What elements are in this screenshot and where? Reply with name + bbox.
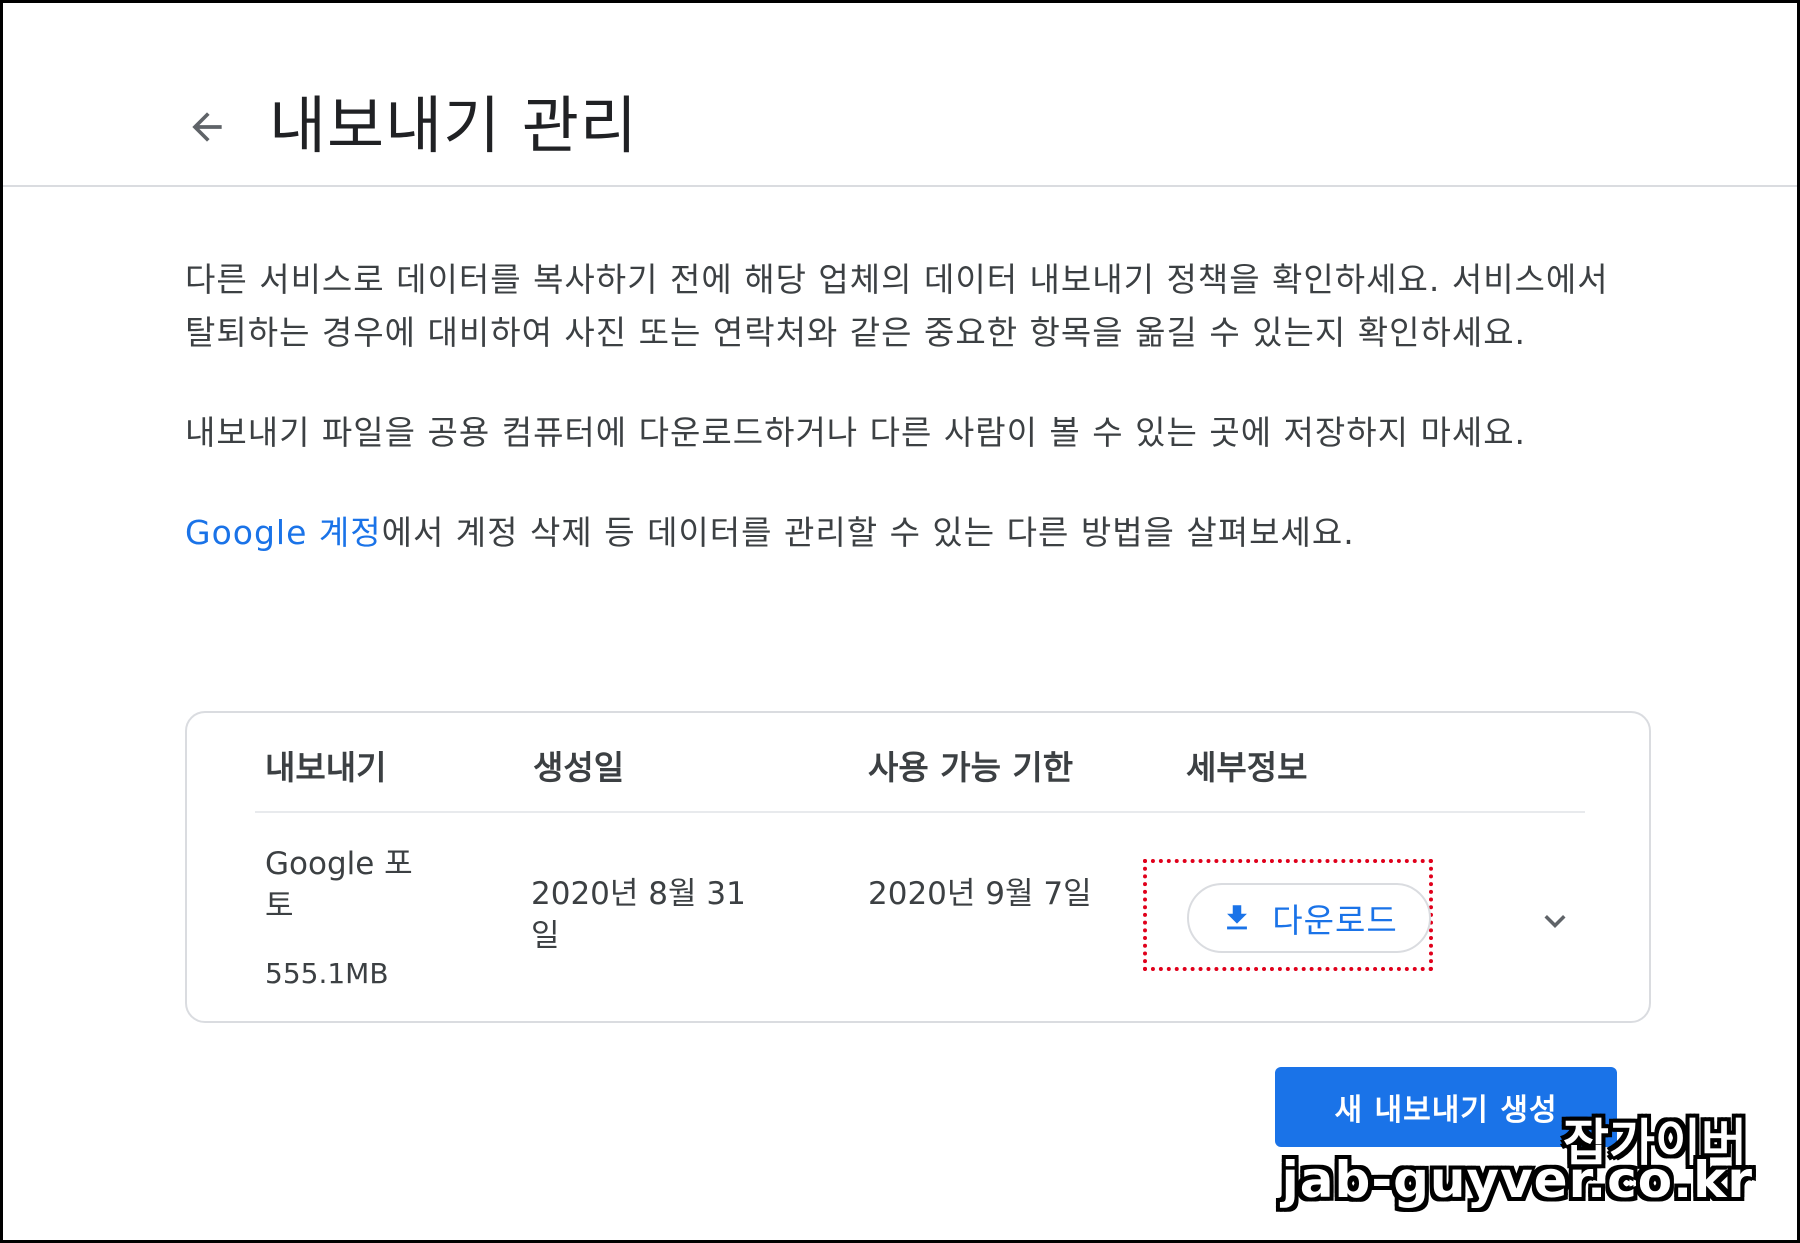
account-paragraph-text: 에서 계정 삭제 등 데이터를 관리할 수 있는 다른 방법을 살펴보세요.	[381, 513, 1355, 552]
export-expiry-date: 2020년 9월 7일	[868, 876, 1092, 912]
export-size: 555.1MB	[265, 957, 389, 990]
export-created-date: 2020년 8월 31일	[531, 876, 746, 954]
column-header-details: 세부정보	[1186, 748, 1308, 787]
expand-row-button[interactable]	[1527, 893, 1583, 949]
exports-table: 내보내기 생성일 사용 가능 기한 세부정보 Google 포토 555.1MB…	[185, 711, 1651, 1023]
account-paragraph: Google 계정에서 계정 삭제 등 데이터를 관리할 수 있는 다른 방법을…	[185, 506, 1625, 559]
page-title: 내보내기 관리	[269, 89, 638, 162]
download-button[interactable]: 다운로드	[1187, 883, 1431, 953]
column-header-created: 생성일	[533, 748, 625, 787]
download-label: 다운로드	[1272, 901, 1398, 940]
watermark-url: jab-guyver.co.kr	[1281, 1151, 1753, 1209]
page-header: 내보내기 관리	[3, 3, 1797, 187]
warning-paragraph: 내보내기 파일을 공용 컴퓨터에 다운로드하거나 다른 사람이 볼 수 있는 곳…	[185, 413, 1527, 452]
download-icon	[1227, 905, 1248, 930]
back-button[interactable]	[175, 95, 239, 159]
export-name: Google 포토	[265, 846, 413, 924]
column-header-expires: 사용 가능 기한	[868, 748, 1074, 787]
page-frame: 내보내기 관리 다른 서비스로 데이터를 복사하기 전에 해당 업체의 데이터 …	[0, 0, 1800, 1243]
column-header-export: 내보내기	[265, 748, 387, 787]
chevron-down-icon	[1544, 915, 1566, 928]
google-account-link[interactable]: Google 계정	[185, 513, 382, 552]
header-divider	[255, 811, 1585, 813]
arrow-left-icon	[192, 112, 222, 142]
info-text: 다른 서비스로 데이터를 복사하기 전에 해당 업체의 데이터 내보내기 정책을…	[185, 253, 1625, 559]
policy-paragraph: 다른 서비스로 데이터를 복사하기 전에 해당 업체의 데이터 내보내기 정책을…	[185, 260, 1609, 352]
